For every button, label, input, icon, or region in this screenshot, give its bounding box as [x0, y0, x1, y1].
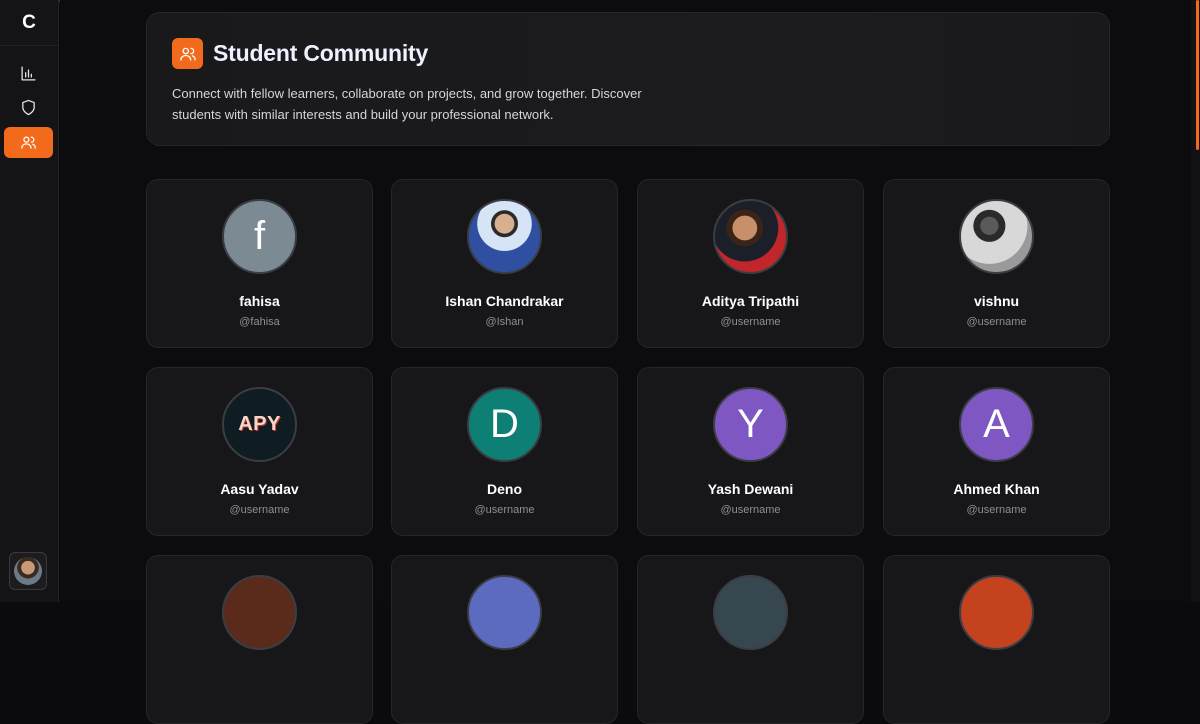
student-handle: @username: [229, 504, 290, 516]
main-content: Student Community Connect with fellow le…: [60, 0, 1191, 724]
scrollbar-thumb[interactable]: [1196, 0, 1199, 150]
student-card[interactable]: [883, 555, 1110, 724]
student-avatar-photo: [959, 199, 1034, 274]
student-card[interactable]: [146, 555, 373, 724]
student-name: Yash Dewani: [707, 481, 794, 497]
brand-logo[interactable]: C: [0, 0, 58, 46]
student-name: Aasu Yadav: [220, 481, 299, 497]
shield-icon: [22, 99, 35, 116]
student-avatar: [467, 575, 542, 650]
community-icon: [172, 38, 203, 69]
student-name: Deno: [487, 481, 522, 497]
student-handle: @username: [474, 504, 535, 516]
student-handle: @username: [966, 504, 1027, 516]
avatar-logo-text: APY: [238, 413, 281, 435]
avatar-initial: A: [983, 402, 1010, 446]
student-avatar: D: [467, 387, 542, 462]
student-card[interactable]: [391, 555, 618, 724]
student-avatar-photo: [467, 199, 542, 274]
student-handle: @username: [720, 316, 781, 328]
avatar-initial: Y: [737, 402, 764, 446]
student-handle: @fahisa: [239, 316, 280, 328]
student-name: Ahmed Khan: [953, 481, 1040, 497]
student-avatar: [959, 575, 1034, 650]
community-header: Student Community Connect with fellow le…: [146, 12, 1110, 146]
student-card[interactable]: Ishan Chandrakar @Ishan: [391, 179, 618, 348]
student-name: Aditya Tripathi: [701, 293, 800, 309]
student-avatar: f: [222, 199, 297, 274]
page-description: Connect with fellow learners, collaborat…: [172, 86, 642, 122]
current-user-avatar[interactable]: [9, 552, 47, 590]
student-handle: @username: [720, 504, 781, 516]
student-handle: @Ishan: [485, 316, 524, 328]
student-avatar: Y: [713, 387, 788, 462]
sidebar-footer: ›: [9, 552, 81, 590]
student-card[interactable]: Y Yash Dewani @username: [637, 367, 864, 536]
users-icon: [21, 136, 36, 149]
scrollbar[interactable]: [1191, 0, 1200, 602]
student-avatar-photo: [222, 575, 297, 650]
student-handle: @username: [966, 316, 1027, 328]
student-avatar: [713, 575, 788, 650]
student-name: vishnu: [973, 293, 1020, 309]
student-avatar: APY: [222, 387, 297, 462]
student-card[interactable]: vishnu @username: [883, 179, 1110, 348]
sidebar-item-security[interactable]: [4, 92, 53, 123]
page-title: Student Community: [213, 40, 429, 66]
sidebar-item-analytics[interactable]: [4, 58, 53, 89]
user-photo: [14, 557, 42, 585]
student-avatar-photo: [713, 199, 788, 274]
student-card[interactable]: D Deno @username: [391, 367, 618, 536]
student-card[interactable]: APY Aasu Yadav @username: [146, 367, 373, 536]
student-name: Ishan Chandrakar: [445, 293, 564, 309]
student-card[interactable]: [637, 555, 864, 724]
student-card[interactable]: f fahisa @fahisa: [146, 179, 373, 348]
student-card[interactable]: Aditya Tripathi @username: [637, 179, 864, 348]
student-card[interactable]: A Ahmed Khan @username: [883, 367, 1110, 536]
avatar-initial: D: [490, 402, 519, 446]
student-avatar: A: [959, 387, 1034, 462]
users-icon: [179, 47, 196, 61]
sidebar: C ›: [0, 0, 81, 602]
bar-chart-icon: [21, 66, 36, 81]
student-name: fahisa: [239, 293, 280, 309]
sidebar-item-community[interactable]: [4, 127, 53, 158]
avatar-initial: f: [253, 214, 266, 258]
